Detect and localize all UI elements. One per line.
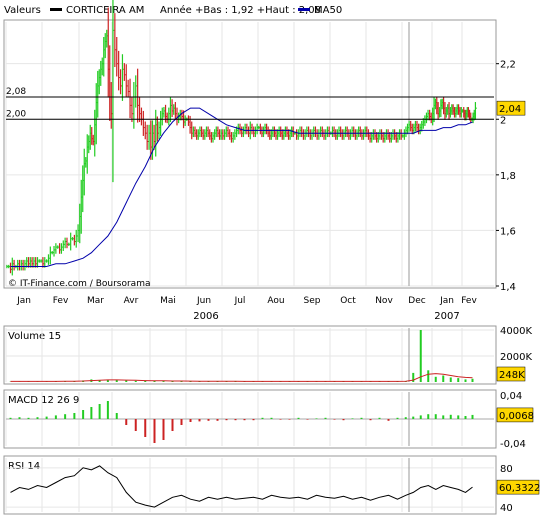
legend-range: Année +Bas : 1,92 +Haut : 2,08 [160, 4, 321, 16]
legend-series: CORTICEIRA AM [66, 5, 144, 16]
year-label-2007: 2007 [434, 311, 459, 322]
price-y-tick-label: 2,2 [500, 60, 516, 71]
rsi-title: RSI 14 [8, 461, 40, 472]
x-tick-label: Jan [16, 296, 31, 306]
x-tick-label: Fev [461, 296, 477, 306]
rsi-y-axis: 80 40 60,3322 [496, 464, 540, 514]
macd-title: MACD 12 26 9 [8, 395, 79, 406]
price-y-tick-label: 1,6 [500, 226, 516, 237]
x-tick-label: Fev [53, 296, 69, 306]
volume-y-axis: 4000K 2000K 248K [496, 326, 532, 382]
stock-chart: Valeurs CORTICEIRA AM Année +Bas : 1,92 … [3, 0, 540, 515]
volume-y-tick-label: 4000K [500, 326, 532, 337]
price-y-tick-label: 1,8 [500, 171, 516, 182]
x-tick-label: Jul [234, 296, 246, 306]
volume-y-tick-label: 2000K [500, 352, 532, 363]
legend-valeurs: Valeurs [4, 5, 41, 16]
legend-ma-swatch [298, 8, 310, 11]
macd-y-axis: 0,04 -0,04 0,0068 [496, 391, 534, 450]
x-tick-label: Mai [160, 296, 176, 306]
volume-panel-frame [3, 325, 497, 385]
rsi-y-tick-label: 80 [500, 464, 513, 475]
price-y-tick-label: 1,4 [500, 282, 516, 293]
x-tick-label: Mar [87, 296, 104, 306]
price-panel-frame [3, 19, 497, 289]
x-tick-label: Jan [439, 296, 454, 306]
macd-last-value-label: 0,0068 [499, 411, 534, 422]
year-label-2006: 2006 [193, 311, 218, 322]
x-tick-label: Avr [124, 296, 139, 306]
macd-y-tick-label: -0,04 [500, 439, 526, 450]
x-tick-label: Aou [267, 296, 284, 306]
reference-line-label: 2,00 [6, 109, 26, 119]
x-axis: Jan Fev Mar Avr Mai Jun Jul Aou Sep Oct Nov Dec Jan F… [16, 296, 477, 322]
rsi-y-tick-label: 40 [500, 503, 513, 514]
price-y-axis: 2,2 2 1,8 1,6 1,4 2,04 [496, 60, 526, 293]
price-last-value-label: 2,04 [499, 104, 521, 115]
x-tick-label: Oct [340, 296, 356, 306]
x-tick-label: Sep [304, 296, 321, 306]
rsi-last-value-label: 60,3322 [499, 483, 540, 494]
macd-y-tick-label: 0,04 [500, 391, 522, 402]
price-y-tick-label: 2 [500, 115, 506, 126]
chart-stage: Valeurs CORTICEIRA AM Année +Bas : 1,92 … [0, 0, 542, 516]
volume-last-value-label: 248K [499, 370, 525, 381]
legend-price-swatch [50, 8, 62, 11]
volume-title: Volume 15 [8, 331, 61, 342]
legend-ma: MA50 [314, 5, 342, 16]
x-tick-label: Jun [196, 296, 211, 306]
x-tick-label: Nov [375, 296, 393, 306]
reference-line-label: 2,08 [6, 87, 26, 97]
rsi-panel-frame [3, 455, 497, 515]
credit: © IT-Finance.com / Boursorama [8, 279, 150, 289]
legend: Valeurs CORTICEIRA AM Année +Bas : 1,92 … [4, 4, 342, 16]
x-tick-label: Dec [408, 296, 425, 306]
